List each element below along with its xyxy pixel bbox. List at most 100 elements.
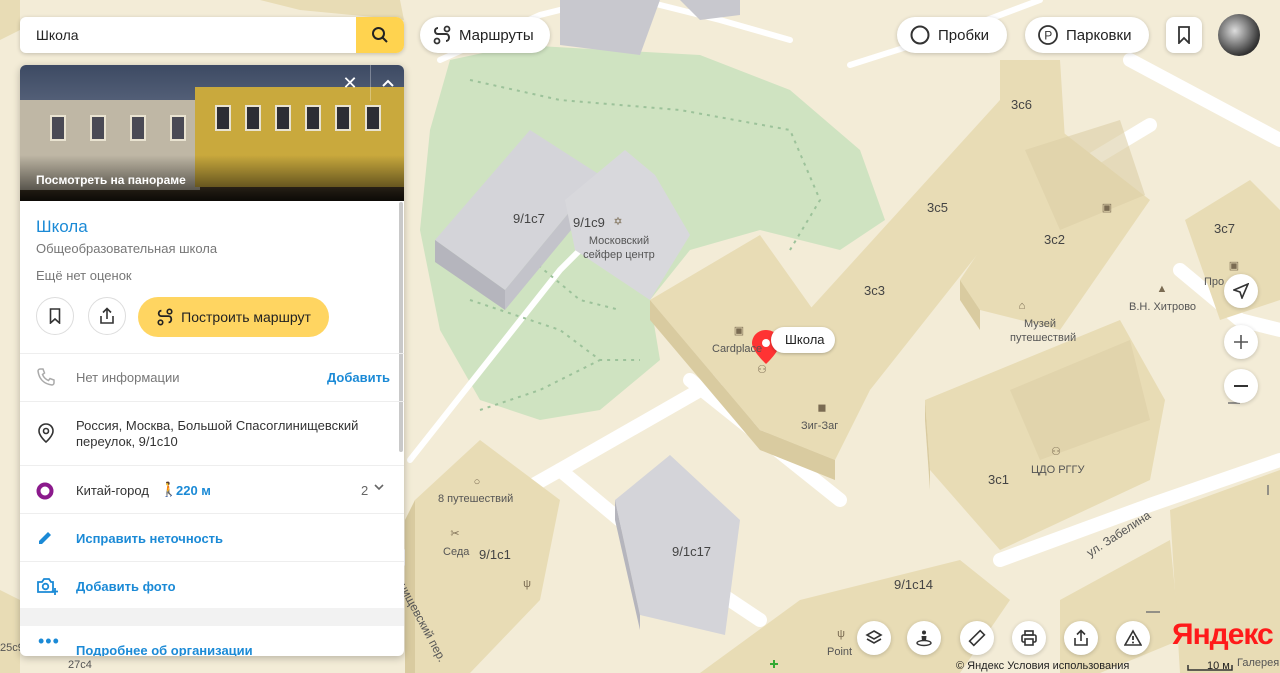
- layers-button[interactable]: [857, 621, 891, 655]
- traffic-icon: [909, 24, 931, 46]
- poi-gallery-label: Галерея: [1237, 657, 1280, 669]
- more-info-link[interactable]: Подробнее об организации: [76, 643, 253, 656]
- warning-icon: [1124, 629, 1142, 646]
- poi-cardplace-label: Cardplace: [712, 343, 763, 355]
- add-photo-link[interactable]: Добавить фото: [76, 579, 176, 595]
- building-label: 9/1с9: [573, 215, 605, 230]
- building-label: 27с4: [68, 659, 92, 671]
- metro-station: Китай-город: [76, 483, 149, 498]
- zoom-in-button[interactable]: [1224, 325, 1258, 359]
- share-map-button[interactable]: [1064, 621, 1098, 655]
- build-route-label: Построить маршрут: [181, 309, 311, 325]
- navigation-arrow-icon: [1233, 283, 1249, 299]
- metro-count: 2: [361, 483, 369, 498]
- more-dots-icon: •••: [38, 631, 60, 651]
- panorama-label: Посмотреть на панораме: [36, 173, 186, 187]
- camera-icon: [36, 576, 58, 596]
- fix-link[interactable]: Исправить неточность: [76, 531, 223, 547]
- building-label: 9/1с14: [894, 577, 934, 592]
- metro-icon: [36, 482, 54, 500]
- place-title[interactable]: Школа: [36, 217, 88, 237]
- route-icon: [157, 308, 173, 326]
- copyright-text[interactable]: © Яндекс Условия использования: [956, 660, 1129, 672]
- logo-rest: ндекс: [1192, 618, 1274, 651]
- bookmark-button[interactable]: [36, 297, 74, 335]
- routes-label: Маршруты: [459, 26, 534, 44]
- routes-button[interactable]: Маршруты: [420, 17, 550, 53]
- phone-row: Нет информации Добавить: [20, 353, 404, 402]
- building-label: 3с5: [927, 200, 948, 215]
- panorama-button[interactable]: [907, 621, 941, 655]
- poi-hitrovo-label: В.Н. Хитрово: [1129, 301, 1197, 313]
- poi-pro-label: Про: [1204, 276, 1225, 288]
- plus-icon: [1234, 335, 1248, 349]
- street-view-icon: [916, 630, 932, 647]
- museum-icon: ⌂: [1018, 300, 1026, 312]
- add-phone-link[interactable]: Добавить: [327, 370, 390, 385]
- poi-museum-label: Музей путешествий: [1010, 318, 1077, 344]
- gift-icon: ▣: [1101, 202, 1113, 214]
- share-icon: [100, 307, 114, 324]
- zoom-out-button[interactable]: [1224, 369, 1258, 403]
- search-button[interactable]: [356, 17, 404, 53]
- my-location-button[interactable]: [1224, 274, 1258, 308]
- poi-seda-label: Седа: [443, 546, 470, 558]
- poi-cipher-label: Московский сейфер центр: [583, 235, 655, 261]
- photo-row[interactable]: Добавить фото: [20, 561, 404, 610]
- building-label: 3с7: [1214, 221, 1235, 236]
- building-label: 3с1: [988, 472, 1009, 487]
- yandex-logo[interactable]: Яндекс: [1172, 618, 1274, 652]
- svg-text:P: P: [1044, 29, 1052, 43]
- gift-icon: ▣: [1228, 260, 1240, 272]
- school-icon: ⚇: [757, 364, 767, 376]
- print-button[interactable]: [1012, 621, 1046, 655]
- minus-icon: [1234, 385, 1248, 387]
- location-icon: [36, 422, 56, 444]
- poi-zigzag-label: Зиг-Заг: [801, 420, 839, 432]
- route-icon: [432, 25, 452, 45]
- bookmark-icon: [1178, 26, 1190, 44]
- building-label: 9/1с1: [479, 547, 511, 562]
- fix-row[interactable]: Исправить неточность: [20, 513, 404, 562]
- chevron-down-icon[interactable]: [372, 480, 386, 499]
- chevron-up-icon: [382, 79, 394, 87]
- restaurant-icon: ψ: [837, 628, 845, 640]
- place-card: Посмотреть на панораме ✕ Школа Общеобраз…: [20, 65, 404, 656]
- logo-letter: Я: [1172, 618, 1194, 651]
- build-route-button[interactable]: Построить маршрут: [138, 297, 329, 337]
- building-label: 9/1с17: [672, 544, 712, 559]
- monument-icon: ▲: [1156, 283, 1168, 295]
- building-label: 3с6: [1011, 97, 1032, 112]
- ruler-button[interactable]: [960, 621, 994, 655]
- bookmark-icon: [49, 308, 61, 324]
- traffic-button[interactable]: Пробки: [897, 17, 1007, 53]
- building-label: 9/1с7: [513, 211, 545, 226]
- bookmarks-button[interactable]: [1166, 17, 1202, 53]
- scissors-icon: ✂: [450, 528, 460, 540]
- parking-icon: P: [1037, 24, 1059, 46]
- walk-icon: 🚶: [160, 481, 178, 497]
- collapse-button[interactable]: [370, 65, 404, 101]
- address-row: Россия, Москва, Большой Спасоглинищевски…: [20, 401, 404, 466]
- parking-button[interactable]: P Парковки: [1025, 17, 1149, 53]
- search-input[interactable]: [20, 17, 372, 53]
- avatar[interactable]: [1218, 14, 1260, 56]
- printer-icon: [1021, 630, 1037, 646]
- layers-icon: [865, 630, 883, 644]
- address-text[interactable]: Россия, Москва, Большой Спасоглинищевски…: [76, 418, 376, 450]
- share-button[interactable]: [88, 297, 126, 335]
- scale-label: 10 м: [1207, 660, 1230, 672]
- parking-label: Парковки: [1066, 26, 1132, 44]
- report-button[interactable]: [1116, 621, 1150, 655]
- close-icon[interactable]: ✕: [338, 71, 362, 95]
- more-row[interactable]: ••• Подробнее об организации: [20, 626, 404, 656]
- panorama-preview[interactable]: Посмотреть на панораме ✕: [20, 65, 404, 201]
- pin-label[interactable]: Школа: [771, 327, 835, 353]
- building-label: 3с3: [864, 283, 885, 298]
- share-icon: [1074, 629, 1088, 646]
- poi-point-label: Point: [827, 646, 853, 658]
- traffic-label: Пробки: [938, 26, 989, 44]
- phone-text: Нет информации: [76, 370, 180, 385]
- gift-icon: ▣: [733, 325, 745, 337]
- metro-row[interactable]: Китай-город 🚶 220 м 2: [20, 465, 404, 514]
